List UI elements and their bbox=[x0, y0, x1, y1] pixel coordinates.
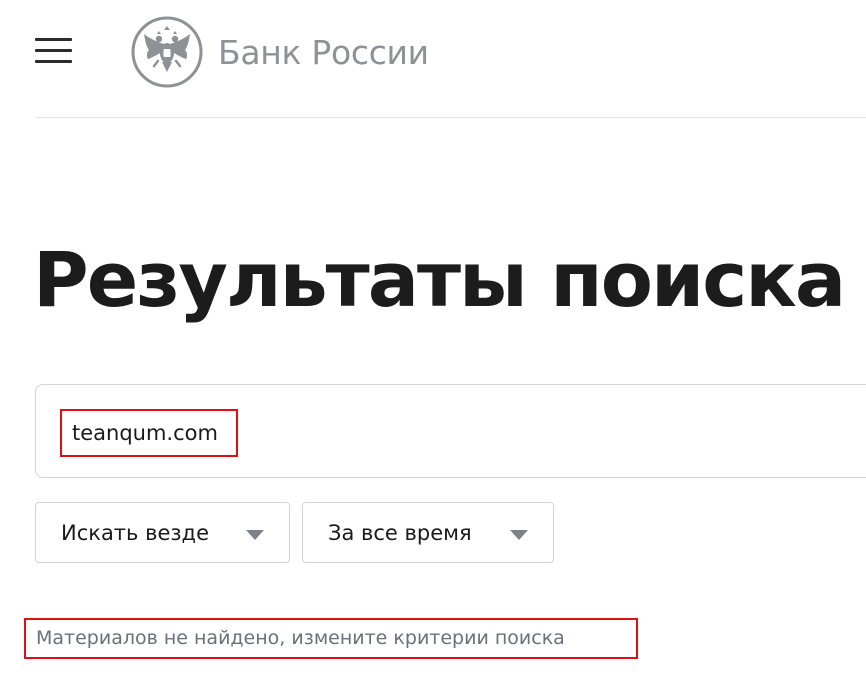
menu-line bbox=[35, 38, 72, 41]
filter-scope-select[interactable]: Искать везде bbox=[35, 502, 290, 563]
page: Банк России Результаты поиска teanqum.co… bbox=[0, 0, 866, 682]
menu-line bbox=[35, 60, 72, 63]
no-results-message: Материалов не найдено, измените критерии… bbox=[24, 618, 638, 659]
page-title: Результаты поиска bbox=[33, 235, 846, 324]
bank-logo[interactable]: Банк России bbox=[131, 16, 429, 88]
filter-period-value: За все время bbox=[328, 520, 472, 545]
header-divider bbox=[35, 117, 866, 118]
logo-text: Банк России bbox=[218, 32, 429, 72]
caret-down-icon bbox=[510, 530, 528, 540]
filter-period-select[interactable]: За все время bbox=[302, 502, 554, 563]
filter-scope-value: Искать везде bbox=[61, 520, 209, 545]
double-headed-eagle-emblem-icon bbox=[131, 16, 203, 88]
search-input[interactable]: teanqum.com bbox=[60, 409, 238, 457]
hamburger-menu-icon[interactable] bbox=[35, 38, 72, 64]
caret-down-icon bbox=[246, 530, 264, 540]
menu-line bbox=[35, 49, 72, 52]
